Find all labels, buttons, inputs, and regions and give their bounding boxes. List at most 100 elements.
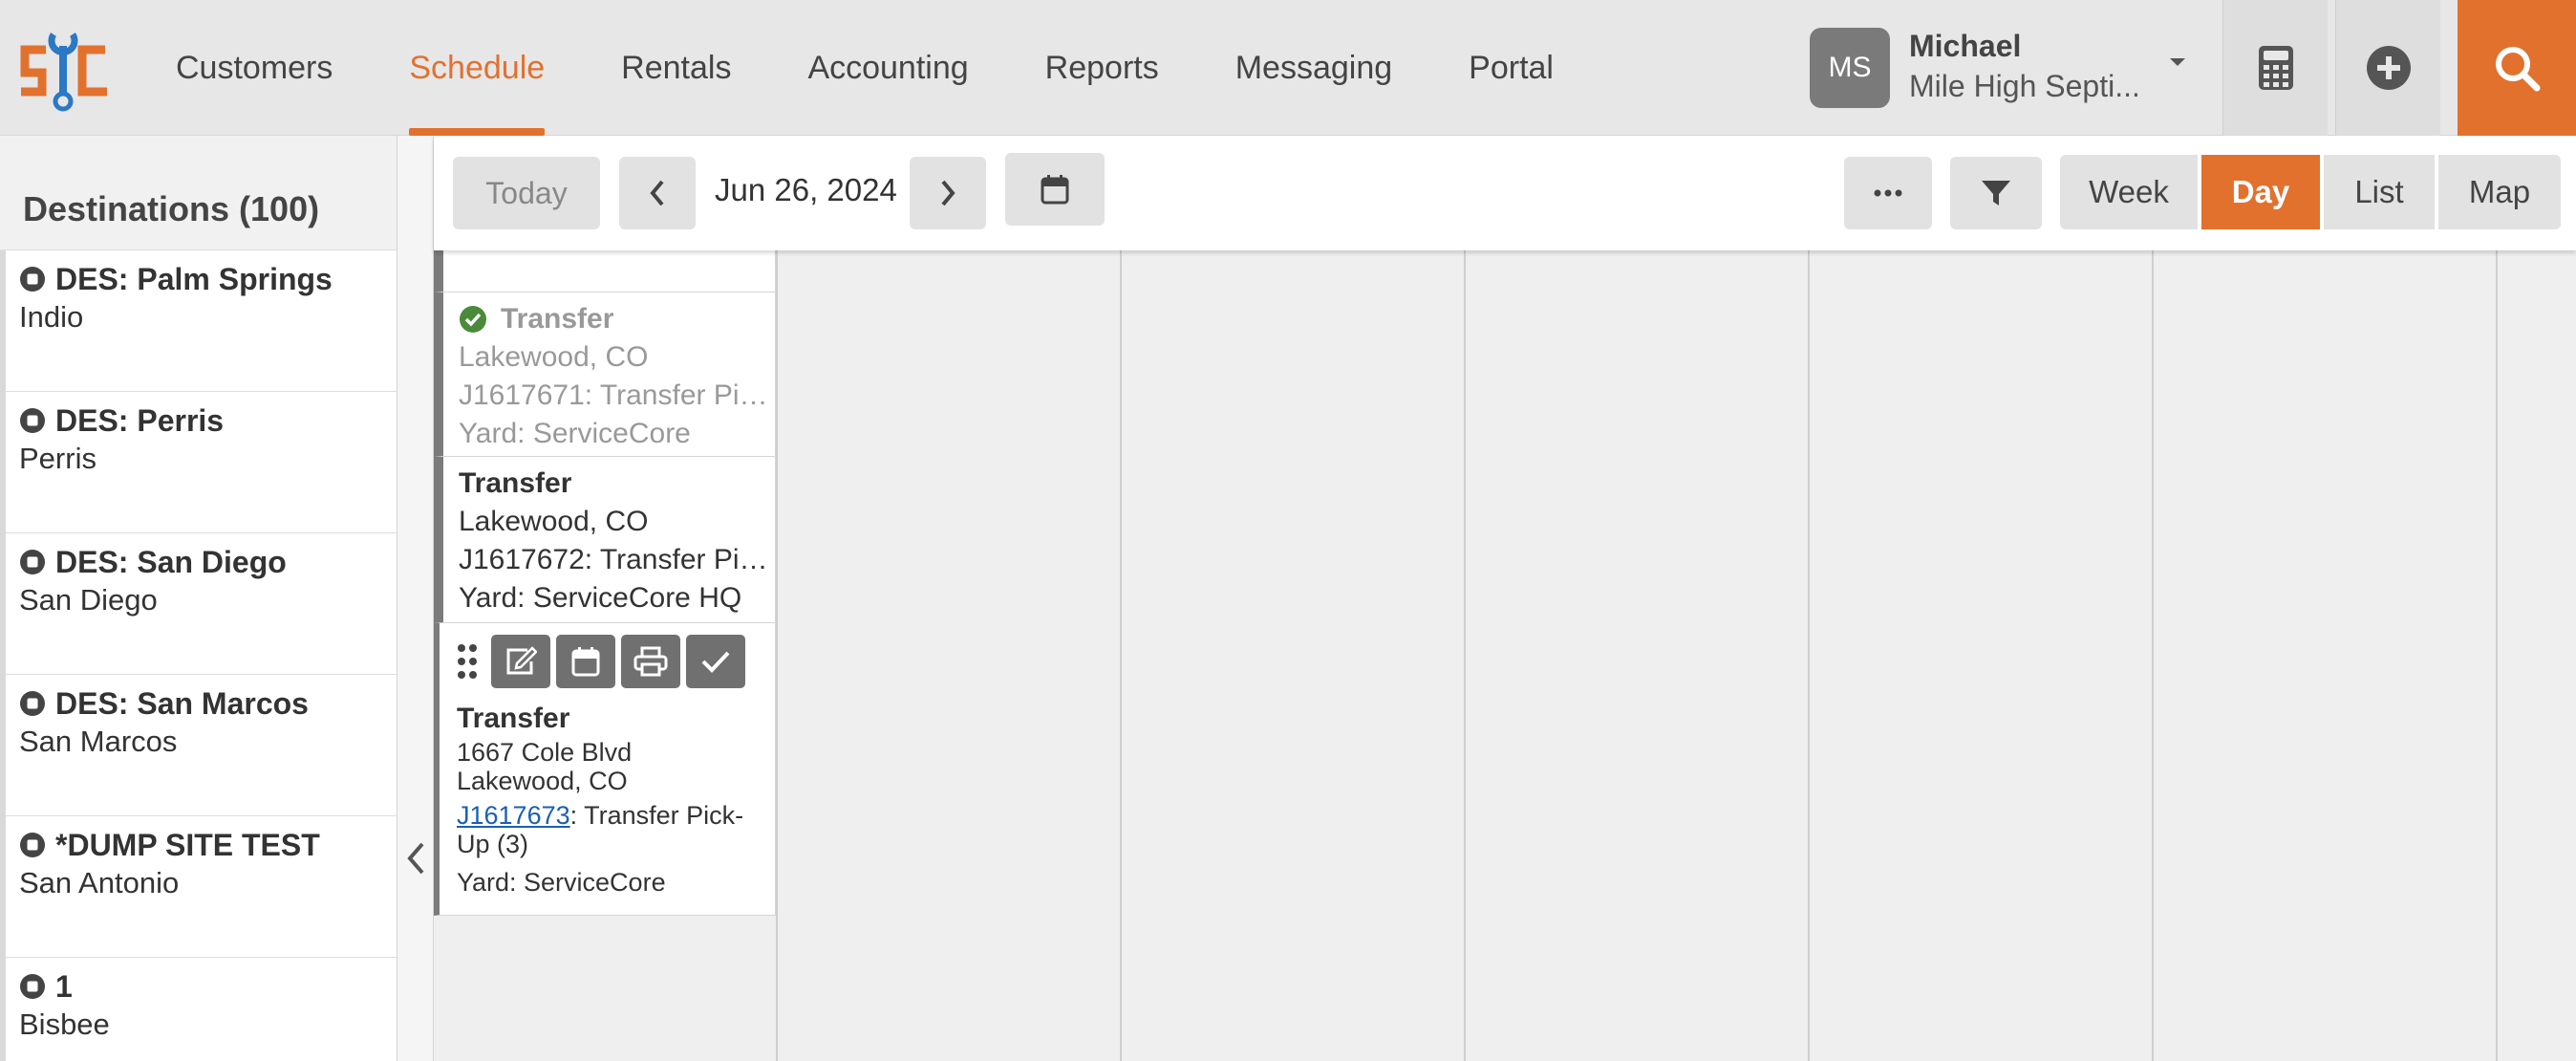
destination-title: 1 [55, 969, 73, 1004]
grid-column-divider [2152, 250, 2154, 1061]
job-yard: Yard: ServiceCore [459, 418, 691, 449]
stop-icon [20, 408, 45, 433]
grid-column-divider [2496, 250, 2498, 1061]
search-button[interactable] [2458, 0, 2576, 136]
stop-icon [20, 974, 45, 999]
grip-icon[interactable] [457, 642, 478, 681]
stop-icon [20, 833, 45, 857]
print-job-button[interactable] [621, 635, 680, 688]
nav-customers[interactable]: Customers [153, 0, 355, 136]
stop-icon [20, 691, 45, 716]
check-icon [701, 651, 730, 673]
chevron-left-icon[interactable] [403, 839, 428, 877]
destination-item[interactable]: DES: Palm Springs Indio [0, 250, 397, 392]
job-card-selected[interactable]: Transfer 1667 Cole Blvd Lakewood, CO J16… [434, 623, 776, 916]
current-date: Jun 26, 2024 [715, 172, 897, 207]
destination-item[interactable]: 1 Bisbee [0, 958, 397, 1061]
stop-icon [20, 267, 45, 292]
view-map-button[interactable]: Map [2438, 155, 2561, 229]
sc-logo-icon[interactable] [17, 29, 113, 113]
nav-portal[interactable]: Portal [1446, 0, 1577, 136]
edit-icon [506, 646, 537, 675]
destination-city: Perris [19, 442, 97, 475]
calendar-icon [1041, 175, 1069, 205]
job-card-completed[interactable]: Transfer Lakewood, CO J1617671: Transfer… [434, 292, 776, 457]
job-yard: Yard: ServiceCore [457, 868, 666, 897]
destination-item[interactable]: DES: San Diego San Diego [0, 533, 397, 675]
check-circle-icon [460, 306, 486, 333]
date-picker-button[interactable] [1005, 153, 1105, 226]
top-navbar: Customers Schedule Rentals Accounting Re… [0, 0, 2576, 136]
main-nav: Customers Schedule Rentals Accounting Re… [153, 0, 1607, 136]
calculator-button[interactable] [2222, 0, 2328, 136]
nav-schedule[interactable]: Schedule [386, 0, 568, 136]
destination-city: Indio [19, 300, 84, 334]
job-address: 1667 Cole Blvd [457, 738, 633, 767]
destinations-panel: Destinations (100) DES: Palm Springs Ind… [0, 136, 397, 1061]
job-number: J1617672: Transfer Pick-Up [459, 544, 774, 575]
destination-title: DES: Perris [55, 403, 225, 438]
destination-city: San Diego [19, 583, 158, 617]
more-options-button[interactable] [1844, 157, 1932, 229]
filter-icon [1982, 181, 2010, 206]
chevron-left-icon [650, 180, 664, 206]
caret-down-icon[interactable] [2165, 50, 2190, 75]
prev-day-button[interactable] [619, 157, 696, 229]
next-day-button[interactable] [910, 157, 986, 229]
nav-messaging[interactable]: Messaging [1213, 0, 1415, 136]
calculator-icon [2258, 46, 2293, 90]
job-title: Transfer [501, 303, 614, 335]
panel-collapse-strip[interactable] [397, 136, 434, 1061]
grid-column-divider [776, 250, 778, 1061]
job-location: Lakewood, CO [457, 767, 628, 795]
job-location: Lakewood, CO [459, 506, 649, 537]
plus-circle-icon [2366, 46, 2411, 90]
job-title: Transfer [459, 467, 572, 499]
stop-icon [20, 550, 45, 574]
today-button[interactable]: Today [453, 157, 600, 229]
add-button[interactable] [2335, 0, 2440, 136]
destination-city: San Marcos [19, 725, 178, 758]
job-link[interactable]: J1617673 [457, 801, 570, 830]
destination-item[interactable]: DES: Perris Perris [0, 392, 397, 533]
view-day-button[interactable]: Day [2201, 155, 2322, 229]
view-list-button[interactable]: List [2324, 155, 2436, 229]
destination-city: San Antonio [19, 866, 180, 899]
user-name[interactable]: Michael [1909, 29, 2021, 64]
ellipsis-icon [1874, 189, 1902, 197]
print-icon [633, 646, 668, 677]
edit-job-button[interactable] [491, 635, 550, 688]
nav-reports[interactable]: Reports [1022, 0, 1182, 136]
chevron-right-icon [941, 180, 955, 206]
job-yard: Yard: ServiceCore HQ [459, 582, 742, 614]
schedule-toolbar: Today Jun 26, 2024 Week Day List Map [434, 136, 2576, 250]
grid-column-divider [1464, 250, 1466, 1061]
user-company[interactable]: Mile High Septi... [1909, 69, 2157, 104]
destination-city: Bisbee [19, 1007, 110, 1041]
job-card[interactable]: Transfer Lakewood, CO J1617672: Transfer… [434, 457, 776, 623]
destination-item[interactable]: *DUMP SITE TEST San Antonio [0, 816, 397, 958]
nav-rentals[interactable]: Rentals [598, 0, 754, 136]
destination-item[interactable]: DES: San Marcos San Marcos [0, 675, 397, 816]
job-number: J1617671: Transfer Pick-Up [459, 379, 774, 411]
job-location: Lakewood, CO [459, 341, 649, 373]
job-number: J1617673: Transfer Pick-Up (3) [457, 801, 762, 858]
grid-column-divider [1120, 250, 1122, 1061]
job-actions [457, 635, 775, 688]
destination-title: DES: San Diego [55, 545, 287, 579]
reschedule-job-button[interactable] [556, 635, 615, 688]
avatar[interactable]: MS [1810, 28, 1890, 108]
search-icon [2496, 47, 2541, 92]
destination-title: *DUMP SITE TEST [55, 828, 320, 862]
view-week-button[interactable]: Week [2060, 155, 2200, 229]
grid-column-divider [1808, 250, 1810, 1061]
destinations-header: Destinations (100) [0, 136, 397, 250]
destination-title: DES: San Marcos [55, 686, 309, 721]
filter-button[interactable] [1950, 157, 2042, 229]
calendar-icon [571, 647, 600, 677]
job-card-partial[interactable] [434, 250, 776, 292]
destination-title: DES: Palm Springs [55, 262, 333, 296]
nav-accounting[interactable]: Accounting [784, 0, 991, 136]
job-title: Transfer [457, 703, 570, 734]
complete-job-button[interactable] [686, 635, 745, 688]
